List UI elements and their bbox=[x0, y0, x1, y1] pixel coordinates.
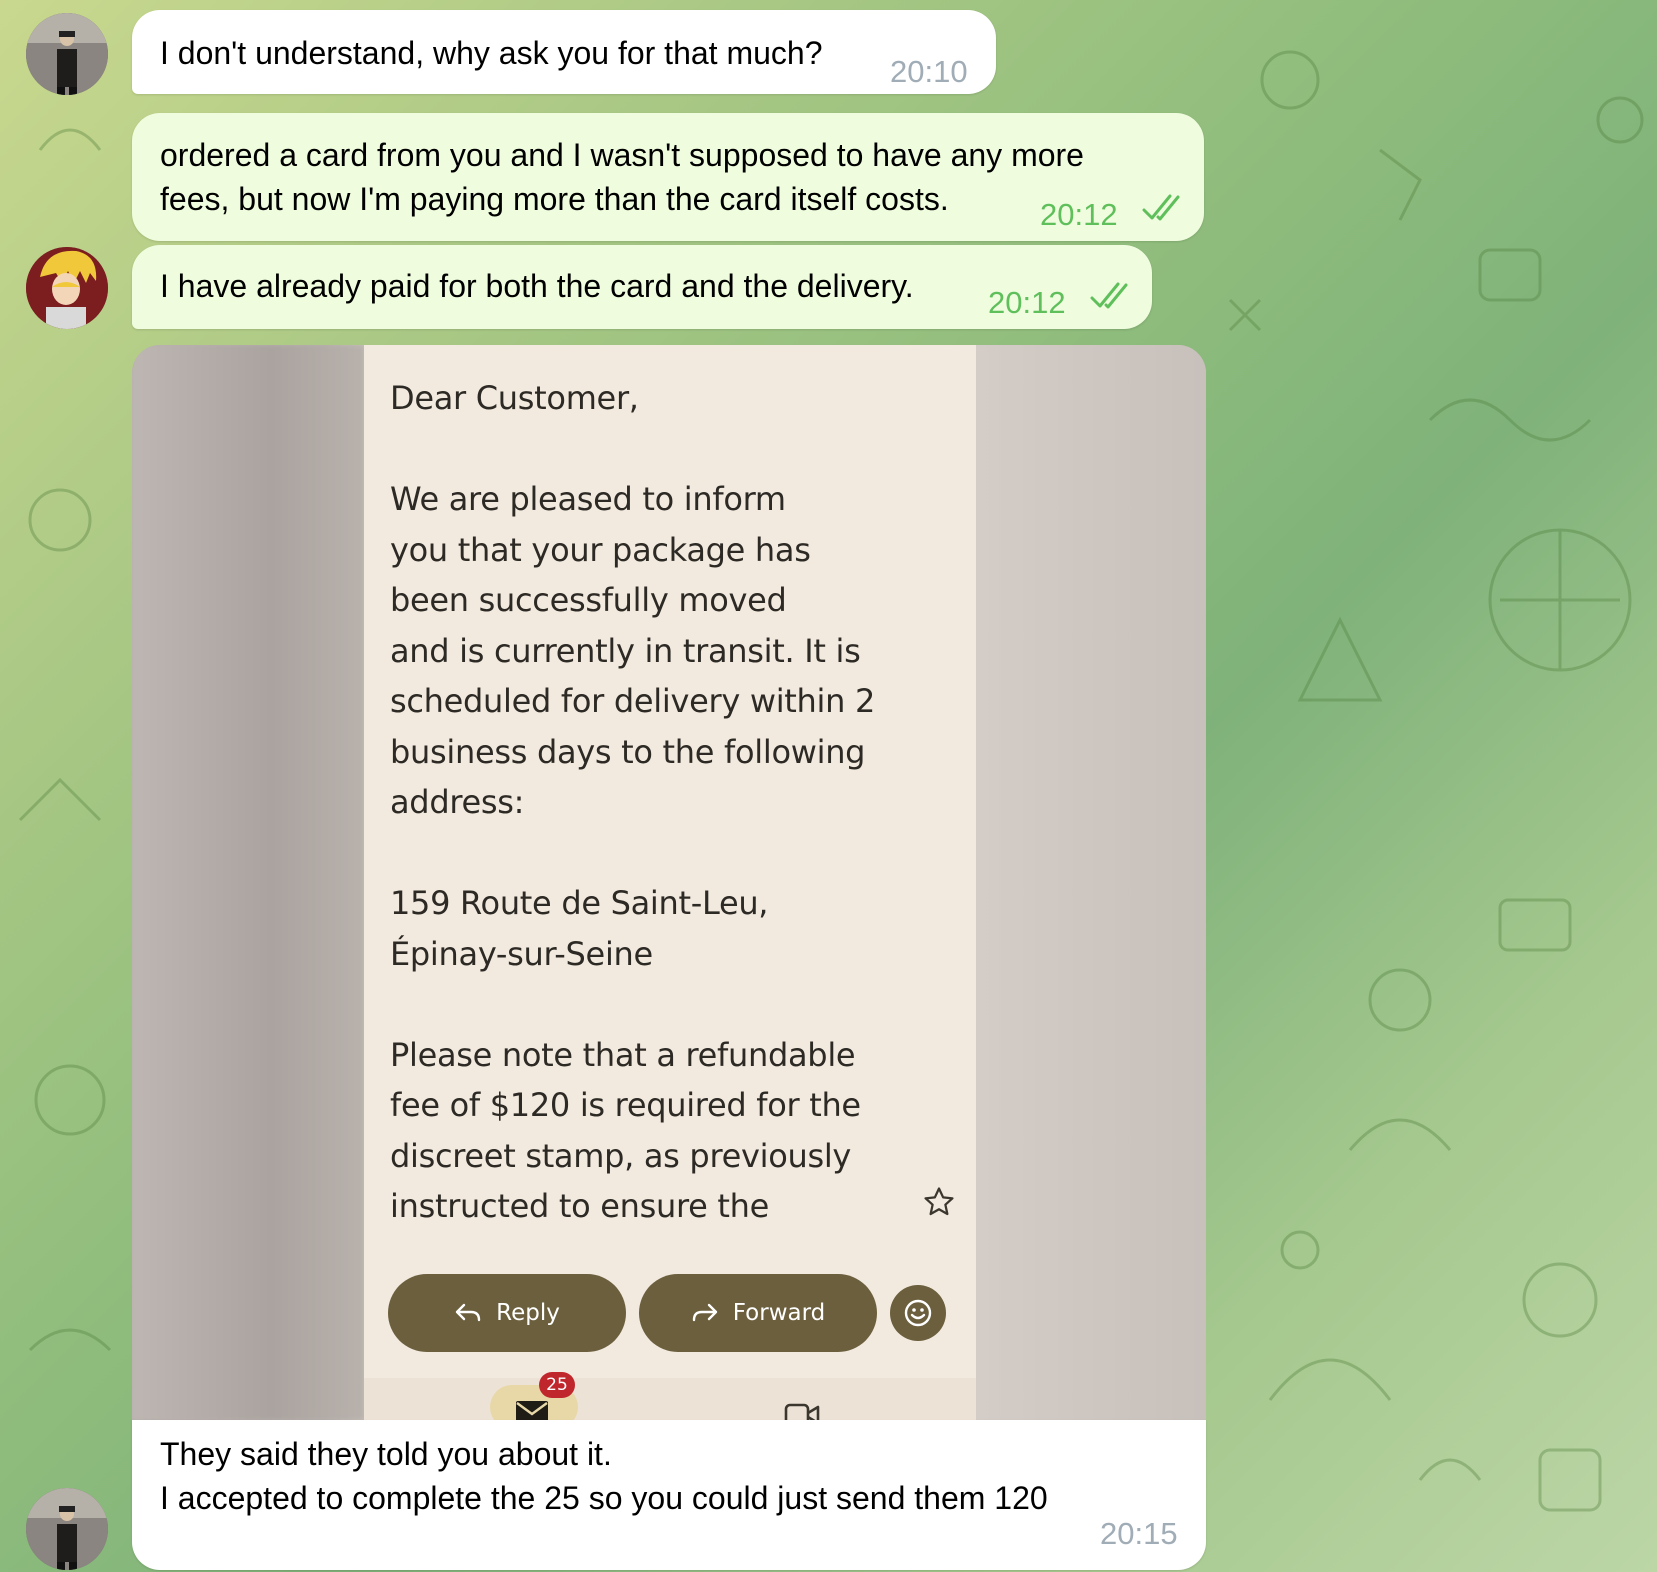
double-check-icon bbox=[1142, 194, 1180, 221]
message-time: 20:10 bbox=[890, 54, 968, 89]
email-fade bbox=[364, 1225, 976, 1275]
emoji-reaction-button bbox=[890, 1285, 946, 1341]
forward-label: Forward bbox=[732, 1300, 826, 1326]
avatar-contact[interactable] bbox=[26, 13, 108, 95]
message-time: 20:15 bbox=[1100, 1516, 1178, 1551]
mail-icon bbox=[516, 1401, 548, 1420]
avatar-self[interactable] bbox=[26, 247, 108, 329]
reply-label: Reply bbox=[496, 1300, 560, 1326]
photo-blur-right bbox=[976, 345, 1206, 1420]
reply-arrow-icon bbox=[455, 1303, 481, 1322]
inbox-count-badge: 25 bbox=[539, 1372, 575, 1398]
photo-blur-left bbox=[132, 345, 364, 1420]
message-bubble-outgoing[interactable]: ordered a card from you and I wasn't sup… bbox=[132, 113, 1204, 241]
forward-arrow-icon bbox=[692, 1303, 717, 1322]
message-bubble-incoming[interactable]: They said they told you about it. I acce… bbox=[132, 1420, 1206, 1570]
photo-attachment[interactable]: Dear Customer, We are pleased to inform … bbox=[132, 345, 1206, 1420]
message-bubble-outgoing[interactable]: I have already paid for both the card an… bbox=[132, 245, 1152, 329]
email-bottom-nav bbox=[364, 1378, 976, 1420]
double-check-icon bbox=[1090, 282, 1128, 309]
video-icon bbox=[784, 1403, 820, 1420]
email-body: Dear Customer, We are pleased to inform … bbox=[390, 379, 876, 1225]
message-text: ordered a card from you and I wasn't sup… bbox=[160, 137, 1084, 217]
message-text: They said they told you about it. I acce… bbox=[160, 1436, 1048, 1516]
message-time: 20:12 bbox=[988, 285, 1066, 320]
star-icon bbox=[924, 1187, 954, 1216]
message-text: I have already paid for both the card an… bbox=[160, 268, 914, 304]
forward-button: Forward bbox=[639, 1274, 877, 1352]
reply-button: Reply bbox=[388, 1274, 626, 1352]
message-bubble-incoming[interactable]: I don't understand, why ask you for that… bbox=[132, 10, 996, 94]
message-text: I don't understand, why ask you for that… bbox=[160, 35, 823, 71]
email-screenshot: Dear Customer, We are pleased to inform … bbox=[364, 345, 976, 1420]
smiley-icon bbox=[904, 1299, 932, 1327]
message-time: 20:12 bbox=[1040, 197, 1118, 232]
avatar-contact[interactable] bbox=[26, 1488, 108, 1570]
